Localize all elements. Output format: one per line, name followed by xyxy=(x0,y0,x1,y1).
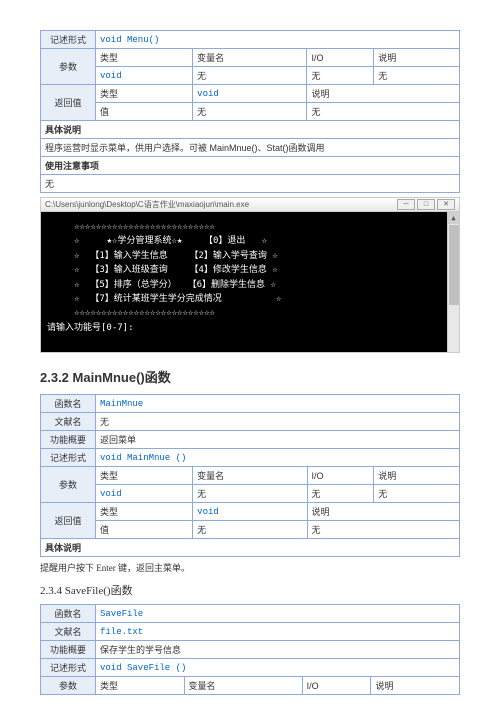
t2-p-desc: 无 xyxy=(374,485,460,503)
t2-fn-label: 函数名 xyxy=(41,395,96,413)
t2-ret-type-val: void xyxy=(193,503,307,521)
t3-hdr-var: 变量名 xyxy=(184,677,302,695)
t2-hdr-var: 变量名 xyxy=(193,467,307,485)
ret-type-val: void xyxy=(193,85,307,103)
console-titlebar: C:\Users\junlong\Desktop\C语言作业\maxiaojun… xyxy=(41,198,459,212)
scroll-up-icon[interactable]: ▲ xyxy=(448,212,459,224)
close-button[interactable]: ✕ xyxy=(437,199,455,210)
t2-p-var: 无 xyxy=(193,485,307,503)
hdr-io: I/O xyxy=(307,49,374,67)
juti-label: 具体说明 xyxy=(41,121,460,139)
t3-gn-label: 功能概要 xyxy=(41,641,96,659)
t3-fn-label: 函数名 xyxy=(41,605,96,623)
scrollbar[interactable]: ▲ xyxy=(447,212,459,352)
param-var: 无 xyxy=(193,67,307,85)
ret-type-hdr: 类型 xyxy=(96,85,193,103)
t3-hdr-desc: 说明 xyxy=(371,677,460,695)
t2-ret-label: 返回值 xyxy=(41,503,96,539)
t2-fn-value: MainMnue xyxy=(96,395,460,413)
param-type: void xyxy=(96,67,193,85)
t2-hdr-io: I/O xyxy=(307,467,374,485)
section-234-title: 2.3.4 SaveFile()函数 xyxy=(40,582,460,598)
console-text: ☆☆☆☆☆☆☆☆☆☆☆☆☆☆☆☆☆☆☆☆☆☆☆☆☆☆ ☆ ★☆学分管理系统☆★ … xyxy=(47,222,281,333)
juti-text: 程序运营时显示菜单，供用户选择。可被 MainMnue()、Stat()函数调用 xyxy=(41,139,460,157)
t2-wx-label: 文献名 xyxy=(41,413,96,431)
cell-canshu-label: 参数 xyxy=(41,49,96,85)
t2-p-type: void xyxy=(96,485,193,503)
cell-return-label: 返回值 xyxy=(41,85,96,121)
t3-js-label: 记述形式 xyxy=(41,659,96,677)
t2-p-io: 无 xyxy=(307,485,374,503)
hdr-type: 类型 xyxy=(96,49,193,67)
window-buttons: ─ □ ✕ xyxy=(397,199,455,210)
param-desc: 无 xyxy=(374,67,460,85)
t2-ret-v2: 无 xyxy=(307,521,460,539)
t3-hdr-io: I/O xyxy=(302,677,371,695)
console-window: C:\Users\junlong\Desktop\C语言作业\maxiaojun… xyxy=(40,197,460,353)
t2-ret-type-hdr: 类型 xyxy=(96,503,193,521)
t2-js-label: 记述形式 xyxy=(41,449,96,467)
t2-hdr-type: 类型 xyxy=(96,467,193,485)
cell-jishu-label: 记述形式 xyxy=(41,31,96,49)
ret-v2: 无 xyxy=(307,103,460,121)
t2-wx-value: 无 xyxy=(96,413,460,431)
console-body: ☆☆☆☆☆☆☆☆☆☆☆☆☆☆☆☆☆☆☆☆☆☆☆☆☆☆ ☆ ★☆学分管理系统☆★ … xyxy=(41,212,459,352)
table-savefile-function: 函数名 SaveFile 文献名 file.txt 功能概要 保存学生的学号信息… xyxy=(40,604,460,695)
console-title: C:\Users\junlong\Desktop\C语言作业\maxiaojun… xyxy=(45,199,249,210)
ret-val-label: 值 xyxy=(96,103,193,121)
t3-hdr-type: 类型 xyxy=(96,677,185,695)
ret-desc-hdr: 说明 xyxy=(307,85,460,103)
section-232-title: 2.3.2 MainMnue()函数 xyxy=(40,367,460,386)
t3-js-value: void SaveFile () xyxy=(96,659,460,677)
t2-jt-label: 具体说明 xyxy=(41,539,460,557)
scroll-thumb[interactable] xyxy=(449,225,459,305)
maximize-button[interactable]: □ xyxy=(417,199,435,210)
param-io: 无 xyxy=(307,67,374,85)
minimize-button[interactable]: ─ xyxy=(397,199,415,210)
t3-wx-label: 文献名 xyxy=(41,623,96,641)
t2-gn-value: 返回菜单 xyxy=(96,431,460,449)
t2-desc: 提醒用户按下 Enter 键，返回主菜单。 xyxy=(40,561,460,574)
t3-cs-label: 参数 xyxy=(41,677,96,695)
caution-label: 使用注意事项 xyxy=(41,157,460,175)
t2-hdr-desc: 说明 xyxy=(374,467,460,485)
t2-cs-label: 参数 xyxy=(41,467,96,503)
t2-js-value: void MainMnue () xyxy=(96,449,460,467)
t2-gn-label: 功能概要 xyxy=(41,431,96,449)
cell-jishu-value: void Menu() xyxy=(96,31,460,49)
t2-ret-desc-hdr: 说明 xyxy=(307,503,460,521)
t2-ret-v1: 无 xyxy=(193,521,307,539)
t3-fn-value: SaveFile xyxy=(96,605,460,623)
hdr-desc: 说明 xyxy=(374,49,460,67)
t2-ret-val-label: 值 xyxy=(96,521,193,539)
t3-wx-value: file.txt xyxy=(96,623,460,641)
caution-text: 无 xyxy=(41,175,460,193)
ret-v1: 无 xyxy=(193,103,307,121)
t3-gn-value: 保存学生的学号信息 xyxy=(96,641,460,659)
table-menu-function: 记述形式 void Menu() 参数 类型 变量名 I/O 说明 void 无… xyxy=(40,30,460,193)
hdr-var: 变量名 xyxy=(193,49,307,67)
table-mainmnue-function: 函数名 MainMnue 文献名 无 功能概要 返回菜单 记述形式 void M… xyxy=(40,394,460,557)
